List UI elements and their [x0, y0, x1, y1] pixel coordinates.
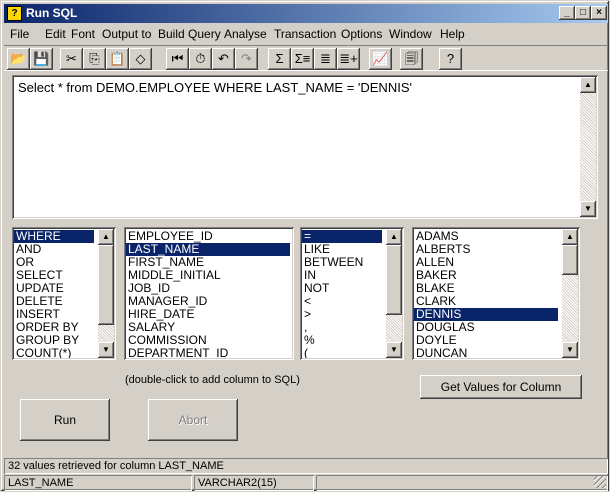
- menu-help[interactable]: Help: [440, 27, 465, 41]
- export-icon[interactable]: 🗐: [400, 48, 423, 70]
- run-button[interactable]: Run: [20, 399, 110, 441]
- hint-text: (double-click to add column to SQL): [125, 374, 300, 386]
- menu-font[interactable]: Font: [71, 27, 95, 41]
- sum-columns-icon[interactable]: Σ≡: [291, 48, 314, 70]
- menu-analyse[interactable]: Analyse: [224, 27, 267, 41]
- menu-file[interactable]: File: [10, 27, 29, 41]
- paste-icon[interactable]: 📋: [106, 48, 129, 70]
- maximize-icon[interactable]: □: [575, 6, 591, 20]
- scroll-down-icon[interactable]: ▼: [98, 342, 114, 358]
- keywords-scrollbar[interactable]: ▲ ▼: [98, 229, 114, 358]
- scroll-up-icon[interactable]: ▲: [98, 229, 114, 245]
- values-list[interactable]: ADAMS ALBERTS ALLEN BAKER BLAKE CLARK DENNIS DO…: [412, 227, 580, 360]
- scroll-thumb[interactable]: [98, 245, 114, 325]
- keyword-item[interactable]: COUNT(*): [14, 347, 94, 359]
- scroll-thumb[interactable]: [562, 245, 578, 275]
- toolbar: 📂 💾 ✂ ⎘ 📋 ◇ ⏮ ⏱ ↶ ↷ Σ Σ≡ ≣ ≣+ 📈 🗐 ?: [4, 45, 608, 71]
- window-title: Run SQL: [26, 6, 78, 20]
- stopwatch-icon[interactable]: ⏱: [189, 48, 212, 70]
- open-icon[interactable]: 📂: [7, 48, 30, 70]
- values-scrollbar[interactable]: ▲ ▼: [562, 229, 578, 358]
- sql-text: Select * from DEMO.EMPLOYEE WHERE LAST_N…: [18, 80, 412, 95]
- scroll-down-icon[interactable]: ▼: [562, 342, 578, 358]
- operator-item[interactable]: >: [302, 308, 382, 321]
- status-column: LAST_NAME: [4, 475, 192, 491]
- chart-icon[interactable]: 📈: [369, 48, 392, 70]
- redo-icon[interactable]: ↷: [235, 48, 258, 70]
- first-record-icon[interactable]: ⏮: [166, 48, 189, 70]
- menu-window[interactable]: Window: [389, 27, 432, 41]
- scroll-up-icon[interactable]: ▲: [386, 229, 402, 245]
- column-items: EMPLOYEE_ID LAST_NAME FIRST_NAME MIDDLE_INI…: [124, 227, 292, 358]
- scroll-down-icon[interactable]: ▼: [580, 201, 596, 217]
- abort-button[interactable]: Abort: [148, 399, 238, 441]
- status-message: 32 values retrieved for column LAST_NAME: [4, 458, 608, 474]
- sql-scrollbar[interactable]: ▲ ▼: [580, 77, 596, 217]
- menu-output-to[interactable]: Output to: [102, 27, 151, 41]
- scroll-down-icon[interactable]: ▼: [386, 342, 402, 358]
- keyword-items: WHERE AND OR SELECT UPDATE DELETE INSERT ORDER …: [12, 227, 96, 358]
- title-bar: ? Run SQL _ □ ×: [4, 4, 608, 23]
- operator-item[interactable]: %: [302, 334, 382, 347]
- operators-list[interactable]: = LIKE BETWEEN IN NOT < >,%( ▲ ▼: [300, 227, 404, 360]
- menu-transaction[interactable]: Transaction: [274, 27, 336, 41]
- menu-bar: File Edit Font Output to Build Query Ana…: [4, 24, 608, 43]
- column-item[interactable]: DEPARTMENT_ID: [126, 347, 290, 359]
- app-icon: ?: [7, 6, 22, 21]
- scroll-thumb[interactable]: [386, 245, 402, 315]
- operator-item[interactable]: (: [302, 347, 382, 359]
- keywords-list[interactable]: WHERE AND OR SELECT UPDATE DELETE INSERT ORDER …: [12, 227, 116, 360]
- scroll-up-icon[interactable]: ▲: [562, 229, 578, 245]
- status-extra: [316, 475, 608, 491]
- clear-icon[interactable]: ◇: [129, 48, 152, 70]
- status-type: VARCHAR2(15): [194, 475, 314, 491]
- operator-item[interactable]: NOT: [302, 282, 382, 295]
- resize-grip-icon[interactable]: [594, 476, 606, 488]
- help-icon[interactable]: ?: [439, 48, 462, 70]
- sql-editor[interactable]: Select * from DEMO.EMPLOYEE WHERE LAST_N…: [12, 75, 598, 219]
- scroll-up-icon[interactable]: ▲: [580, 77, 596, 93]
- menu-edit[interactable]: Edit: [45, 27, 66, 41]
- operators-scrollbar[interactable]: ▲ ▼: [386, 229, 402, 358]
- close-icon[interactable]: ×: [591, 6, 607, 20]
- run-sql-window: ? Run SQL _ □ × File Edit Font Output to…: [0, 0, 610, 492]
- value-item[interactable]: DUNCAN: [414, 347, 558, 359]
- copy-icon[interactable]: ⎘: [83, 48, 106, 70]
- save-icon[interactable]: 💾: [30, 48, 53, 70]
- add-row-icon[interactable]: ≣+: [337, 48, 360, 70]
- columns-list[interactable]: EMPLOYEE_ID LAST_NAME FIRST_NAME MIDDLE_INI…: [124, 227, 294, 360]
- sort-icon[interactable]: ≣: [314, 48, 337, 70]
- get-values-button[interactable]: Get Values for Column: [420, 375, 582, 399]
- operator-items: = LIKE BETWEEN IN NOT < >,%(: [300, 227, 384, 358]
- cut-icon[interactable]: ✂: [60, 48, 83, 70]
- sum-icon[interactable]: Σ: [268, 48, 291, 70]
- value-items: ADAMS ALBERTS ALLEN BAKER BLAKE CLARK DENNIS DO…: [412, 227, 560, 358]
- undo-icon[interactable]: ↶: [212, 48, 235, 70]
- menu-options[interactable]: Options: [341, 27, 382, 41]
- operator-item[interactable]: <: [302, 295, 382, 308]
- minimize-icon[interactable]: _: [559, 6, 575, 20]
- menu-build-query[interactable]: Build Query: [158, 27, 221, 41]
